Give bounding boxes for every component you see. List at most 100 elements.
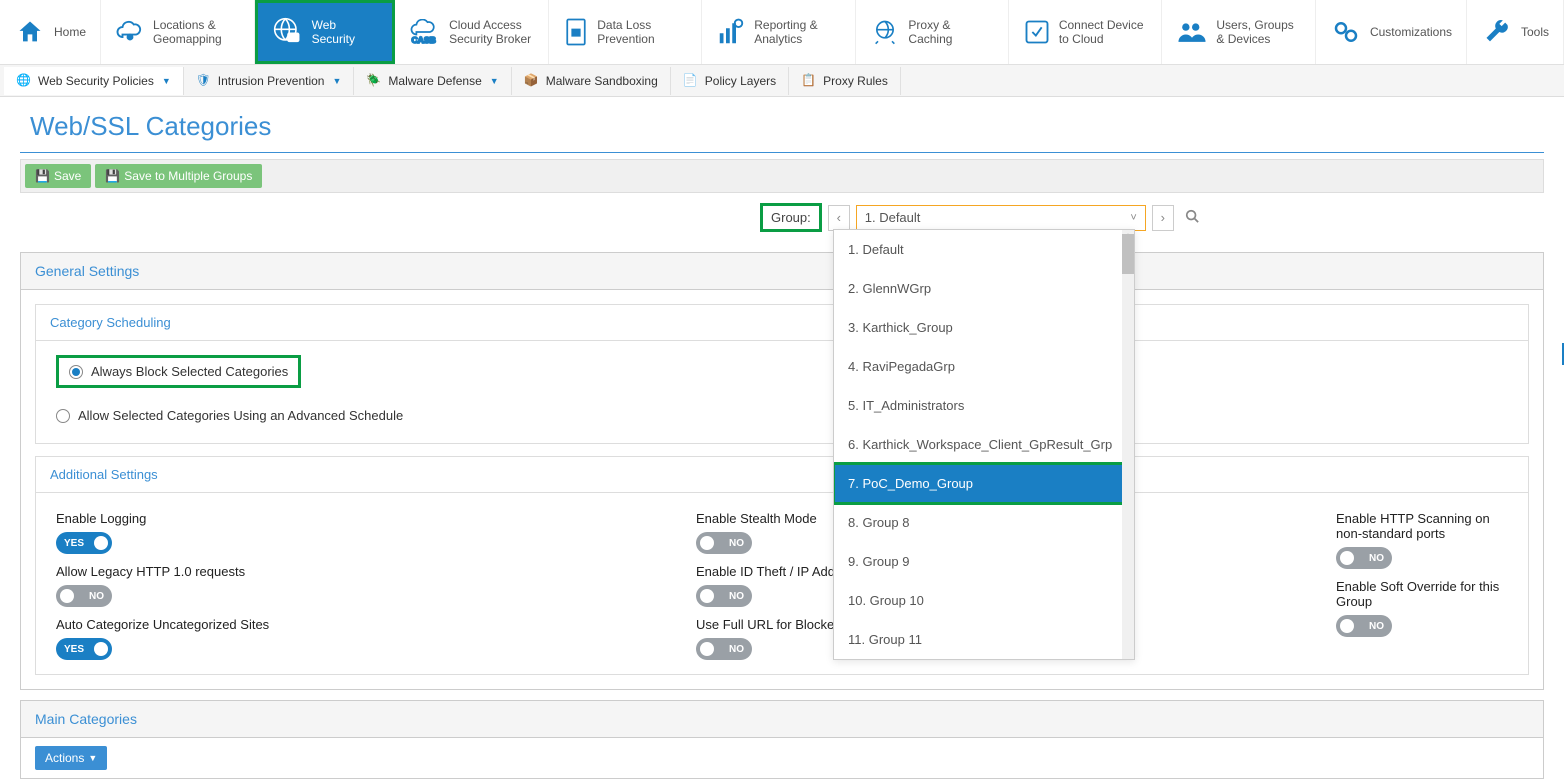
subnav-sandbox[interactable]: 📦 Malware Sandboxing [512, 67, 671, 95]
nav-dlp[interactable]: Data Loss Prevention [549, 0, 703, 64]
group-selector-row: Group: ‹ 1. Default ˅ › ▴ 1. Default2. G… [740, 193, 1564, 242]
nav-dlp-label: Data Loss Prevention [597, 18, 687, 47]
subnav-sandbox-label: Malware Sandboxing [546, 74, 658, 88]
radio-unchecked-icon [56, 409, 70, 423]
actions-button[interactable]: Actions ▼ [35, 746, 107, 770]
settings-grid: Enable Logging YES Allow Legacy HTTP 1.0 r… [56, 507, 1508, 660]
category-sched-header: Category Scheduling [36, 305, 1528, 341]
group-option[interactable]: 3. Karthick_Group [834, 308, 1134, 347]
toggle[interactable]: NO [56, 585, 112, 607]
category-scheduling-panel: Category Scheduling Always Block Selecte… [35, 304, 1529, 444]
rules-icon: 📋 [801, 73, 817, 89]
group-next-button[interactable]: › [1152, 205, 1174, 231]
toggle[interactable]: YES [56, 638, 112, 660]
nav-custom-label: Customizations [1370, 25, 1452, 39]
nav-reporting[interactable]: Reporting & Analytics [702, 0, 856, 64]
wrench-icon [1481, 16, 1513, 48]
group-option[interactable]: 4. RaviPegadaGrp [834, 347, 1134, 386]
group-option[interactable]: 7. PoC_Demo_Group [834, 464, 1134, 503]
dropdown-scrollbar[interactable]: ▴ [1122, 230, 1134, 659]
nav-proxy-label: Proxy & Caching [908, 18, 993, 47]
caret-down-icon: ▼ [332, 76, 341, 86]
group-option[interactable]: 11. Group 11 [834, 620, 1134, 659]
subnav-intrusion[interactable]: 🛡 Intrusion Prevention ▼ [184, 67, 355, 95]
subnav-malware[interactable]: 🪲 Malware Defense ▼ [354, 67, 511, 95]
toggle[interactable]: NO [1336, 615, 1392, 637]
save-multi-button[interactable]: 💾Save to Multiple Groups [95, 164, 262, 188]
group-select-value: 1. Default [865, 210, 921, 225]
home-icon [14, 16, 46, 48]
top-nav: Home Locations & Geomapping Web Security… [0, 0, 1564, 65]
group-option[interactable]: 8. Group 8 [834, 503, 1134, 542]
cloud-pin-icon [115, 16, 145, 48]
radio-allow-label: Allow Selected Categories Using an Advan… [78, 408, 403, 423]
nav-casb-label: Cloud Access Security Broker [449, 18, 534, 47]
save-button[interactable]: 💾 Save [25, 164, 91, 188]
main-categories-header: Main Categories [21, 701, 1543, 738]
toggle[interactable]: NO [696, 585, 752, 607]
group-option[interactable]: 2. GlennWGrp [834, 269, 1134, 308]
radio-checked-icon [69, 365, 83, 379]
page-title: Web/SSL Categories [0, 97, 1564, 152]
settings-col-3: Enable HTTP Scanning on non-standard por… [1336, 507, 1508, 660]
radio-always-label: Always Block Selected Categories [91, 364, 288, 379]
nav-proxy[interactable]: Proxy & Caching [856, 0, 1009, 64]
radio-always-block[interactable]: Always Block Selected Categories [56, 355, 301, 388]
nav-home-label: Home [54, 25, 86, 39]
save-multi-label: Save to Multiple Groups [124, 169, 252, 183]
setting-label: Auto Categorize Uncategorized Sites [56, 617, 676, 632]
toggle[interactable]: NO [696, 532, 752, 554]
group-search-button[interactable] [1180, 206, 1204, 230]
main-categories-panel: Main Categories Actions ▼ [20, 700, 1544, 779]
group-select[interactable]: 1. Default ˅ [856, 205, 1146, 231]
svg-text:CASB: CASB [412, 35, 436, 45]
nav-connect-label: Connect Device to Cloud [1059, 18, 1148, 47]
toggle[interactable]: NO [1336, 547, 1392, 569]
nav-locations[interactable]: Locations & Geomapping [101, 0, 255, 64]
connect-icon [1023, 16, 1051, 48]
chart-icon [716, 16, 746, 48]
radio-allow-advanced[interactable]: Allow Selected Categories Using an Advan… [56, 402, 1508, 429]
save-bar: 💾 Save 💾Save to Multiple Groups [20, 159, 1544, 193]
group-label: Group: [760, 203, 822, 232]
nav-connect[interactable]: Connect Device to Cloud [1009, 0, 1163, 64]
nav-customizations[interactable]: Customizations [1316, 0, 1467, 64]
group-option[interactable]: 9. Group 9 [834, 542, 1134, 581]
group-option[interactable]: 5. IT_Administrators [834, 386, 1134, 425]
nav-tools[interactable]: Tools [1467, 0, 1564, 64]
setting-label: Allow Legacy HTTP 1.0 requests [56, 564, 676, 579]
subnav-proxyrules[interactable]: 📋 Proxy Rules [789, 67, 901, 95]
content: General Settings Category Scheduling Alw… [0, 252, 1564, 779]
chevron-down-icon: ˅ [1130, 212, 1136, 224]
nav-casb[interactable]: CASB Cloud Access Security Broker [395, 0, 549, 64]
casb-icon: CASB [409, 16, 441, 48]
globe-lock-icon [272, 16, 304, 48]
globe-small-icon: 🌐 [16, 73, 32, 89]
save-icon: 💾 [35, 169, 50, 183]
toggle[interactable]: YES [56, 532, 112, 554]
nav-home[interactable]: Home [0, 0, 101, 64]
group-option[interactable]: 6. Karthick_Workspace_Client_GpResult_Gr… [834, 425, 1134, 464]
nav-web-security-label: Web Security [312, 18, 379, 47]
additional-header: Additional Settings [36, 457, 1528, 493]
nav-web-security[interactable]: Web Security [255, 0, 396, 64]
gears-icon [1330, 16, 1362, 48]
general-settings-header: General Settings [21, 253, 1543, 290]
subnav-policies[interactable]: 🌐 Web Security Policies ▼ [4, 67, 184, 95]
caret-down-icon: ▼ [162, 76, 171, 86]
group-option[interactable]: 10. Group 10 [834, 581, 1134, 620]
group-prev-button[interactable]: ‹ [828, 205, 850, 231]
group-option[interactable]: 1. Default [834, 230, 1134, 269]
settings-col-1: Enable Logging YES Allow Legacy HTTP 1.0 r… [56, 507, 676, 660]
users-icon [1176, 16, 1208, 48]
shield-icon: 🛡 [196, 73, 212, 89]
setting-label: Enable Logging [56, 511, 676, 526]
toggle[interactable]: NO [696, 638, 752, 660]
actions-label: Actions [45, 751, 84, 765]
sandbox-icon: 📦 [524, 73, 540, 89]
nav-users[interactable]: Users, Groups & Devices [1162, 0, 1316, 64]
nav-reporting-label: Reporting & Analytics [754, 18, 841, 47]
subnav-layers[interactable]: 📄 Policy Layers [671, 67, 789, 95]
save-button-label: Save [54, 169, 81, 183]
subnav-policies-label: Web Security Policies [38, 74, 154, 88]
